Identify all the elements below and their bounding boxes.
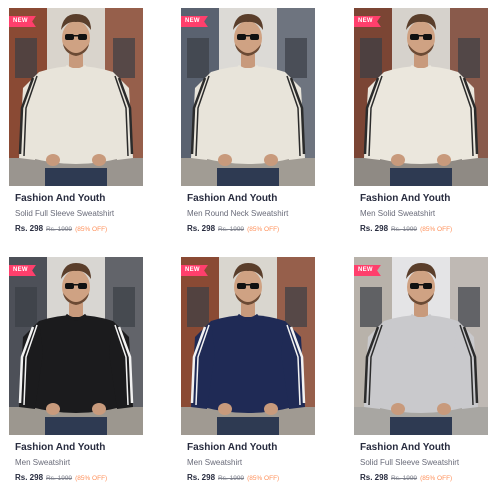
new-badge: NEW: [9, 265, 36, 276]
product-price: Rs. 298 Rs. 1999 (85% OFF): [15, 473, 107, 482]
product-brand: Fashion And Youth: [15, 442, 106, 453]
original-price: Rs. 1999: [391, 475, 418, 482]
product-price: Rs. 298 Rs. 1999 (85% OFF): [360, 224, 452, 233]
product-image[interactable]: [181, 8, 315, 186]
selling-price: Rs. 298: [360, 224, 389, 233]
product-brand: Fashion And Youth: [360, 193, 451, 204]
product-price: Rs. 298 Rs. 1999 (85% OFF): [360, 473, 452, 482]
product-image[interactable]: [181, 257, 315, 435]
product-name: Solid Full Sleeve Sweatshirt: [15, 209, 115, 218]
product-image[interactable]: [354, 257, 488, 435]
selling-price: Rs. 298: [15, 224, 44, 233]
product-name: Men Sweatshirt: [187, 458, 243, 467]
selling-price: Rs. 298: [15, 473, 44, 482]
product-brand: Fashion And Youth: [15, 193, 106, 204]
discount-label: (85% OFF): [420, 226, 453, 233]
new-badge: NEW: [354, 265, 381, 276]
product-grid: NEW Fashion And Youth Solid Full Sleeve …: [0, 0, 497, 500]
new-badge: NEW: [9, 16, 36, 27]
new-badge: NEW: [181, 265, 208, 276]
original-price: Rs. 1999: [46, 475, 73, 482]
new-badge: NEW: [181, 16, 208, 27]
product-name: Men Round Neck Sweatshirt: [187, 209, 289, 218]
product-image[interactable]: [9, 8, 143, 186]
selling-price: Rs. 298: [187, 224, 216, 233]
product-price: Rs. 298 Rs. 1999 (85% OFF): [15, 224, 107, 233]
product-name: Men Solid Sweatshirt: [360, 209, 436, 218]
discount-label: (85% OFF): [247, 226, 280, 233]
original-price: Rs. 1999: [46, 226, 73, 233]
product-name: Solid Full Sleeve Sweatshirt: [360, 458, 460, 467]
product-price: Rs. 298 Rs. 1999 (85% OFF): [187, 224, 279, 233]
discount-label: (85% OFF): [420, 475, 453, 482]
product-brand: Fashion And Youth: [360, 442, 451, 453]
original-price: Rs. 1999: [218, 475, 245, 482]
product-image[interactable]: [354, 8, 488, 186]
product-name: Men Sweatshirt: [15, 458, 71, 467]
discount-label: (85% OFF): [247, 475, 280, 482]
discount-label: (85% OFF): [75, 475, 108, 482]
original-price: Rs. 1999: [218, 226, 245, 233]
product-brand: Fashion And Youth: [187, 193, 278, 204]
product-image[interactable]: [9, 257, 143, 435]
new-badge: NEW: [354, 16, 381, 27]
product-brand: Fashion And Youth: [187, 442, 278, 453]
selling-price: Rs. 298: [187, 473, 216, 482]
product-price: Rs. 298 Rs. 1999 (85% OFF): [187, 473, 279, 482]
discount-label: (85% OFF): [75, 226, 108, 233]
selling-price: Rs. 298: [360, 473, 389, 482]
original-price: Rs. 1999: [391, 226, 418, 233]
